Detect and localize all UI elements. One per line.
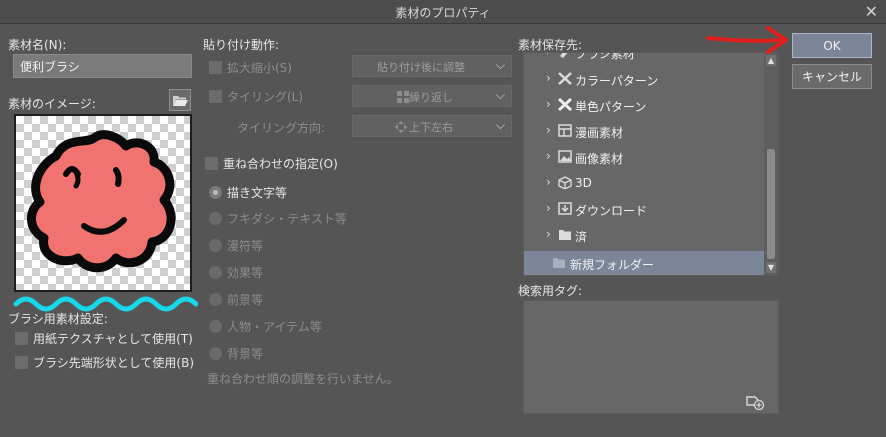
tiling-dropdown[interactable]: 繰り返し ⌵ [352,85,512,107]
image-folder-button[interactable] [169,89,191,111]
chevron-right-icon: › [546,149,551,163]
title-bar: 素材のプロパティ ✕ [0,0,886,24]
layer-option-label: 効果等 [227,266,264,280]
layer-radio-2[interactable] [209,239,222,252]
chevron-down-icon: ⌵ [495,58,505,72]
paper-texture-label: 用紙テクスチャとして使用(T) [33,332,193,346]
cancel-button[interactable]: キャンセル [792,64,872,89]
chevron-down-icon: ⌵ [495,118,505,132]
chevron-right-icon: › [546,97,551,111]
folder-icon [553,258,565,268]
folder-icon [559,230,571,240]
chevron-down-icon: ⌵ [495,88,505,102]
scale-label: 拡大縮小(S) [227,61,292,75]
scale-dropdown-value: 貼り付け後に調整 [377,61,465,74]
chevron-right-icon: › [546,123,551,137]
layer-radio-1[interactable] [209,212,222,225]
tree-item-label: 単色パターン [575,100,647,114]
material-image-preview [14,114,192,292]
storage-tree: › ブラシ素材 › カラーパターン › 単色パターン › 漫画素材 › 画像素材… [523,52,779,276]
annotation-arrow-icon [706,26,788,54]
tree-item-label: 済 [575,230,588,244]
brush-settings-label: ブラシ用素材設定: [8,312,108,326]
pattern-icon [558,72,572,85]
brush-icon [560,53,568,58]
tag-add-icon[interactable] [745,394,765,410]
chevron-right-icon: › [546,227,551,241]
paper-texture-checkbox[interactable] [15,332,28,345]
scroll-thumb[interactable] [767,149,775,259]
layer-radio-0[interactable] [209,186,222,199]
tree-item-download[interactable]: › ダウンロード [524,197,764,223]
paste-behavior-label: 貼り付け動作: [203,38,280,52]
tiling-direction-dropdown[interactable]: 上下左右 ⌵ [352,115,512,137]
layer-option-label: 前景等 [227,293,264,307]
tiling-dropdown-value: 繰り返し [409,91,453,104]
chevron-right-icon: › [546,71,551,85]
layer-radio-3[interactable] [209,266,222,279]
manga-icon [558,124,572,137]
layer-radio-6[interactable] [209,347,222,360]
tiling-direction-value: 上下左右 [409,121,453,134]
brush-tip-label: ブラシ先端形状として使用(B) [33,356,194,370]
tree-item-label: 3D [575,176,592,190]
close-icon[interactable]: ✕ [865,2,878,21]
tree-item-label: 漫画素材 [575,126,624,140]
tree-item-done[interactable]: › 済 [524,223,764,249]
tree-scrollbar[interactable]: ▲ ▼ [764,53,778,275]
search-tags-area[interactable] [523,300,779,414]
tree-item-label: ダウンロード [575,204,648,218]
chevron-right-icon: › [546,53,551,58]
tree-item-label: ブラシ素材 [575,52,635,61]
folder-open-icon [173,95,188,106]
material-name-input[interactable]: 便利ブラシ [13,54,192,78]
image-icon [558,150,572,163]
scroll-up-arrow[interactable]: ▲ [766,55,776,66]
chevron-right-icon: › [546,201,551,215]
tree-item-3d[interactable]: › 3D [524,171,764,197]
pattern-icon [558,98,572,111]
cube-icon [558,176,572,189]
material-image-label: 素材のイメージ: [8,97,96,111]
layer-option-label: 描き文字等 [227,186,288,200]
tree-item-new-folder[interactable]: 新規フォルダー [524,251,764,275]
tree-item-label: 画像素材 [575,152,624,166]
layer-option-label: 人物・アイテム等 [227,320,322,334]
window-title: 素材のプロパティ [395,6,491,20]
tree-item-label: 新規フォルダー [570,258,655,272]
layer-option-label: 漫符等 [227,239,264,253]
scroll-down-arrow[interactable]: ▼ [766,262,776,273]
tree-item-manga[interactable]: › 漫画素材 [524,119,764,145]
layer-option-label: フキダシ・テキスト等 [227,212,347,226]
material-name-label: 素材名(N): [8,38,67,52]
tree-item-mono-pattern[interactable]: › 単色パターン [524,93,764,119]
storage-label: 素材保存先: [518,38,583,52]
download-icon [558,202,572,215]
layer-radio-5[interactable] [209,320,222,333]
overlay-label: 重ね合わせの指定(O) [223,157,338,171]
scale-checkbox[interactable] [209,61,222,74]
chevron-right-icon: › [546,175,551,189]
tree-item-label: カラーパターン [575,74,659,88]
ok-button[interactable]: OK [792,33,872,58]
brush-drawing [27,130,176,273]
tree-item-color-pattern[interactable]: › カラーパターン [524,67,764,93]
layer-option-label: 背景等 [227,347,264,361]
tiling-label: タイリング(L) [227,90,304,104]
tiling-checkbox[interactable] [209,90,222,103]
layer-radio-4[interactable] [209,293,222,306]
brush-tip-checkbox[interactable] [15,356,28,369]
search-tags-label: 検索用タグ: [518,284,583,298]
scale-dropdown[interactable]: 貼り付け後に調整 ⌵ [352,55,512,77]
tiling-direction-label: タイリング方向: [237,121,326,135]
overlay-checkbox[interactable] [205,157,218,170]
overlay-note: 重ね合わせ順の調整を行いません。 [207,372,399,386]
tree-item-image[interactable]: › 画像素材 [524,145,764,171]
